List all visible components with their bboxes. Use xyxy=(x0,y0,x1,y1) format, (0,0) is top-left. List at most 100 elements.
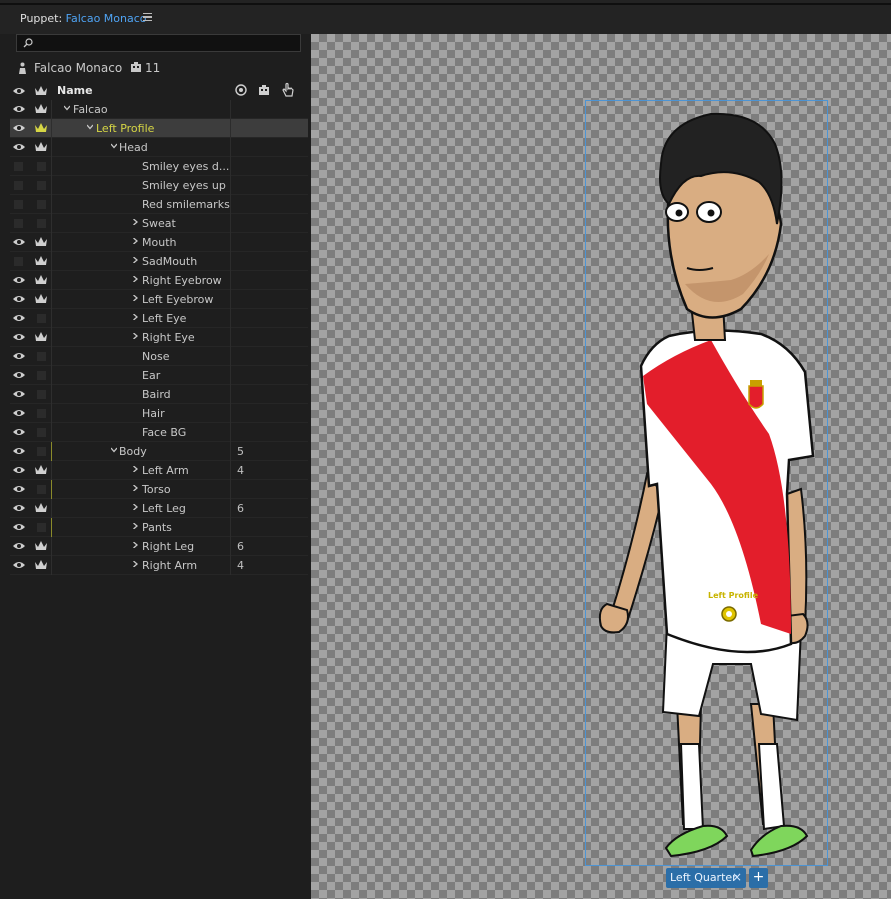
chevron-right-icon[interactable] xyxy=(132,485,138,491)
independent-column-icon[interactable] xyxy=(34,85,48,97)
crown-icon[interactable] xyxy=(34,236,48,248)
eye-icon[interactable] xyxy=(12,142,26,152)
chevron-right-icon[interactable] xyxy=(132,333,138,339)
layer-row[interactable]: Torso xyxy=(10,480,308,499)
eye-icon[interactable] xyxy=(12,446,26,456)
eye-icon[interactable] xyxy=(12,522,26,532)
layer-row[interactable]: Left Leg 6 xyxy=(10,499,308,518)
chevron-right-icon[interactable] xyxy=(132,466,138,472)
visibility-toggle[interactable] xyxy=(14,257,23,266)
layer-row[interactable]: Right Arm 4 xyxy=(10,556,308,575)
eye-icon[interactable] xyxy=(12,370,26,380)
chevron-down-icon[interactable] xyxy=(64,105,70,111)
crown-icon[interactable] xyxy=(34,103,48,115)
independence-toggle[interactable] xyxy=(37,200,46,209)
layer-row[interactable]: Face BG xyxy=(10,423,308,442)
chevron-right-icon[interactable] xyxy=(132,314,138,320)
crown-icon[interactable] xyxy=(34,502,48,514)
chevron-down-icon[interactable] xyxy=(111,143,117,149)
layer-row[interactable]: Right Eyebrow xyxy=(10,271,308,290)
chevron-right-icon[interactable] xyxy=(132,257,138,263)
independence-toggle[interactable] xyxy=(37,314,46,323)
eye-icon[interactable] xyxy=(12,294,26,304)
layer-row[interactable]: Falcao xyxy=(10,100,308,119)
crown-icon[interactable] xyxy=(34,540,48,552)
eye-icon[interactable] xyxy=(12,408,26,418)
independence-toggle[interactable] xyxy=(37,409,46,418)
chevron-right-icon[interactable] xyxy=(132,295,138,301)
eye-icon[interactable] xyxy=(12,560,26,570)
chevron-right-icon[interactable] xyxy=(132,504,138,510)
independence-toggle[interactable] xyxy=(37,162,46,171)
eye-icon[interactable] xyxy=(12,503,26,513)
eye-icon[interactable] xyxy=(12,104,26,114)
independence-toggle[interactable] xyxy=(37,352,46,361)
remove-tag-button[interactable]: × xyxy=(732,870,742,884)
chevron-right-icon[interactable] xyxy=(132,276,138,282)
layer-row[interactable]: Right Leg 6 xyxy=(10,537,308,556)
independence-toggle[interactable] xyxy=(37,428,46,437)
add-tag-button[interactable]: + xyxy=(749,868,768,888)
tag-left-quarter[interactable]: Left Quarter × xyxy=(666,868,746,888)
chevron-right-icon[interactable] xyxy=(132,238,138,244)
eye-icon[interactable] xyxy=(12,237,26,247)
layer-row[interactable]: Left Eyebrow xyxy=(10,290,308,309)
crown-icon[interactable] xyxy=(34,141,48,153)
layer-row[interactable]: SadMouth xyxy=(10,252,308,271)
eye-icon[interactable] xyxy=(12,351,26,361)
handles-column-icon[interactable] xyxy=(258,84,270,96)
eye-icon[interactable] xyxy=(12,541,26,551)
layer-row[interactable]: Smiley eyes d... xyxy=(10,157,308,176)
draggable-column-icon[interactable] xyxy=(282,82,294,97)
layer-row[interactable]: Left Arm 4 xyxy=(10,461,308,480)
chevron-right-icon[interactable] xyxy=(132,523,138,529)
layer-row[interactable]: Smiley eyes up xyxy=(10,176,308,195)
layer-row[interactable]: Right Eye xyxy=(10,328,308,347)
layer-row[interactable]: Left Profile xyxy=(10,119,308,138)
layer-row[interactable]: Sweat xyxy=(10,214,308,233)
visibility-toggle[interactable] xyxy=(14,200,23,209)
chevron-right-icon[interactable] xyxy=(132,219,138,225)
eye-icon[interactable] xyxy=(12,427,26,437)
visibility-column-icon[interactable] xyxy=(12,86,26,96)
layer-row[interactable]: Left Eye xyxy=(10,309,308,328)
layer-row[interactable]: Ear xyxy=(10,366,308,385)
chevron-right-icon[interactable] xyxy=(132,542,138,548)
eye-icon[interactable] xyxy=(12,275,26,285)
falcao-puppet-artwork[interactable] xyxy=(591,104,831,866)
layer-row[interactable]: Pants xyxy=(10,518,308,537)
eye-icon[interactable] xyxy=(12,389,26,399)
independence-toggle[interactable] xyxy=(37,447,46,456)
crown-icon[interactable] xyxy=(34,255,48,267)
independence-toggle[interactable] xyxy=(37,219,46,228)
independence-toggle[interactable] xyxy=(37,181,46,190)
crown-icon[interactable] xyxy=(34,331,48,343)
crown-icon[interactable] xyxy=(34,274,48,286)
name-column-header[interactable]: Name xyxy=(57,84,93,97)
crown-icon[interactable] xyxy=(34,559,48,571)
eye-icon[interactable] xyxy=(12,465,26,475)
crown-icon[interactable] xyxy=(34,122,48,134)
layer-row[interactable]: Baird xyxy=(10,385,308,404)
search-input[interactable] xyxy=(16,34,301,52)
eye-icon[interactable] xyxy=(12,484,26,494)
panel-menu-icon[interactable] xyxy=(143,13,152,21)
crown-icon[interactable] xyxy=(34,464,48,476)
eye-icon[interactable] xyxy=(12,332,26,342)
layer-row[interactable]: Red smilemarks xyxy=(10,195,308,214)
layer-row[interactable]: Nose xyxy=(10,347,308,366)
independence-toggle[interactable] xyxy=(37,523,46,532)
layer-row[interactable]: Head xyxy=(10,138,308,157)
crown-icon[interactable] xyxy=(34,293,48,305)
visibility-toggle[interactable] xyxy=(14,219,23,228)
layer-row[interactable]: Hair xyxy=(10,404,308,423)
chevron-down-icon[interactable] xyxy=(87,124,93,130)
independence-toggle[interactable] xyxy=(37,390,46,399)
chevron-down-icon[interactable] xyxy=(111,447,117,453)
visibility-toggle[interactable] xyxy=(14,181,23,190)
layer-row[interactable]: Body 5 xyxy=(10,442,308,461)
independence-toggle[interactable] xyxy=(37,485,46,494)
puppet-name-link[interactable]: Falcao Monaco xyxy=(66,12,147,25)
origin-column-icon[interactable] xyxy=(235,84,247,96)
chevron-right-icon[interactable] xyxy=(132,561,138,567)
